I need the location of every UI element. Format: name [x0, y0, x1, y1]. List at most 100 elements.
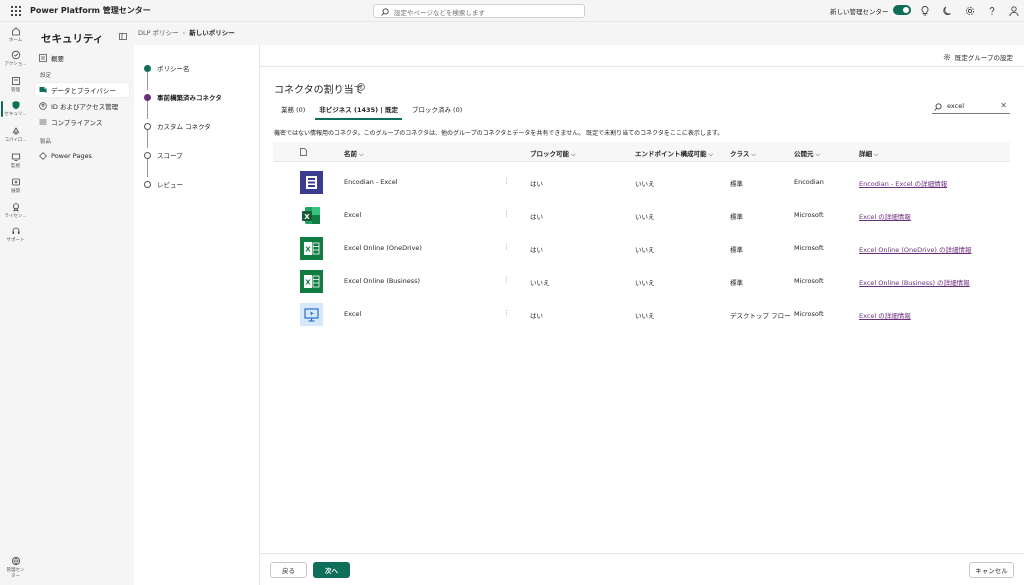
column-header-blockable[interactable]: ブロック可能 ⌵ [530, 148, 576, 159]
back-button[interactable]: 戻る [270, 562, 307, 578]
step-review[interactable]: レビュー [144, 179, 183, 189]
details-link[interactable]: Excel Online (Business) の詳細情報 [859, 277, 970, 287]
nav-item-overview[interactable]: 概要 [35, 51, 129, 65]
section-title: コネクタの割り当て [274, 85, 364, 96]
step-prebuilt-connectors[interactable]: 事前構築済みコネクタ [144, 92, 222, 102]
rail-label: 管理 [11, 88, 20, 93]
info-icon[interactable] [357, 83, 365, 91]
step-label: レビュー [157, 181, 183, 189]
details-link[interactable]: Encodian - Excel の詳細情報 [859, 178, 947, 188]
search-input[interactable]: 設定やページなどを検索します [394, 7, 485, 17]
overview-icon [39, 54, 47, 62]
data-privacy-icon [39, 87, 47, 93]
svg-text:X: X [305, 279, 311, 287]
step-current-dot [144, 93, 151, 101]
row-more-icon[interactable]: ⋮ [503, 210, 510, 218]
nav-item-power-pages[interactable]: Power Pages [35, 149, 129, 163]
rail-item-manage[interactable]: 管理 [0, 76, 31, 93]
column-header-endpoint[interactable]: エンドポイント構成可能 ⌵ [635, 148, 713, 159]
identity-icon [39, 102, 47, 110]
rail-item-support[interactable]: サポート [0, 226, 31, 243]
breadcrumb-parent[interactable]: DLP ポリシー [138, 29, 179, 37]
tab-blocked[interactable]: ブロック済み (0) [405, 104, 469, 118]
svg-text:X: X [305, 246, 311, 254]
compliance-icon [39, 119, 47, 125]
table-row[interactable]: Excel ⋮ はい いいえ デスクトップ フロー Microsoft Exce… [273, 298, 1010, 331]
nav-item-compliance[interactable]: コンプライアンス [35, 115, 129, 129]
nav-item-identity-access[interactable]: ID およびアクセス管理 [35, 99, 129, 113]
monitor-icon [11, 153, 20, 161]
tab-non-business[interactable]: 非ビジネス (1435) | 既定 [312, 104, 405, 120]
row-more-icon[interactable]: ⋮ [503, 243, 510, 251]
lightbulb-icon[interactable] [919, 5, 931, 17]
license-icon [12, 203, 19, 212]
column-header-name[interactable]: 名前 ⌵ [344, 148, 364, 159]
default-group-settings-button[interactable]: 既定グループの設定 [943, 52, 1013, 62]
table-row[interactable]: X Excel ⋮ はい いいえ 標準 Microsoft Excel の詳細情… [273, 199, 1010, 232]
file-icon [300, 148, 307, 156]
row-more-icon[interactable]: ⋮ [503, 309, 510, 317]
cell-name: Encodian - Excel [344, 178, 398, 186]
filter-input[interactable]: excel [947, 102, 964, 110]
rail-item-monitor[interactable]: 監視 [0, 152, 31, 169]
deploy-icon [11, 178, 20, 186]
table-row[interactable]: X Excel Online (OneDrive) ⋮ はい いいえ 標準 Mi… [273, 232, 1010, 265]
connector-filter[interactable]: excel ✕ [932, 100, 1010, 114]
step-connector [147, 72, 148, 90]
rail-item-actions[interactable]: アクショ... [0, 50, 31, 67]
cell-name: Excel [344, 211, 362, 219]
collapse-nav-icon[interactable] [119, 33, 127, 40]
help-icon[interactable] [986, 5, 998, 17]
admin-center-icon [11, 557, 20, 565]
cell-blockable: いいえ [530, 279, 550, 287]
step-connector [147, 130, 148, 148]
account-icon[interactable] [1008, 5, 1020, 17]
app-launcher-icon[interactable] [11, 6, 21, 16]
breadcrumb: DLP ポリシー › 新しいポリシー [138, 27, 235, 37]
step-label: スコープ [157, 152, 183, 160]
row-more-icon[interactable]: ⋮ [503, 177, 510, 185]
table-row[interactable]: Encodian - Excel ⋮ はい いいえ 標準 Encodian En… [273, 166, 1010, 199]
step-custom-connectors[interactable]: カスタム コネクタ [144, 121, 211, 131]
step-policy-name[interactable]: ポリシー名 [144, 63, 190, 73]
cell-class: 標準 [730, 213, 743, 221]
rail-item-deploy[interactable]: 展開 [0, 177, 31, 194]
new-admin-center-toggle[interactable] [893, 5, 911, 15]
column-header-details[interactable]: 詳細 ⌵ [859, 148, 879, 159]
connector-group-tabs: 業務 (0) 非ビジネス (1435) | 既定 ブロック済み (0) [274, 104, 469, 120]
search-icon [934, 103, 942, 111]
rail-item-home[interactable]: ホーム [0, 26, 31, 43]
cell-class: 標準 [730, 279, 743, 287]
rail-item-license[interactable]: ライセン... [0, 202, 31, 219]
cell-endpoint: いいえ [635, 180, 655, 188]
gear-icon[interactable] [964, 5, 976, 17]
row-more-icon[interactable]: ⋮ [503, 276, 510, 284]
step-scope[interactable]: スコープ [144, 150, 183, 160]
app-title[interactable]: Power Platform 管理センター [30, 5, 151, 16]
details-link[interactable]: Excel Online (OneDrive) の詳細情報 [859, 244, 972, 254]
column-header-class[interactable]: クラス ⌵ [730, 148, 756, 159]
nav-item-label: データとプライバシー [51, 87, 116, 95]
details-link[interactable]: Excel の詳細情報 [859, 211, 911, 221]
tab-business[interactable]: 業務 (0) [274, 104, 312, 118]
search-box[interactable]: 設定やページなどを検索します [373, 4, 585, 18]
column-header-publisher[interactable]: 公開元 ⌵ [794, 148, 820, 159]
cancel-button[interactable]: キャンセル [969, 562, 1014, 578]
table-row[interactable]: X Excel Online (Business) ⋮ いいえ いいえ 標準 M… [273, 265, 1010, 298]
rail-item-copilot[interactable]: コパイロ... [0, 126, 31, 143]
step-done-dot [144, 64, 151, 72]
breadcrumb-current: 新しいポリシー [189, 29, 235, 37]
step-dot [144, 180, 151, 188]
rail-item-security[interactable]: セキュリ... [0, 100, 31, 117]
main-panel: 既定グループの設定 コネクタの割り当て 業務 (0) 非ビジネス (1435) … [260, 45, 1024, 585]
gear-icon [943, 53, 951, 61]
rail-label: ライセン... [4, 214, 27, 219]
rail-label: 展開 [11, 189, 20, 194]
moon-icon[interactable] [942, 5, 954, 17]
clear-filter-icon[interactable]: ✕ [1000, 101, 1007, 110]
rail-item-admin-center[interactable]: 管理セン ター [0, 556, 31, 579]
nav-item-data-privacy[interactable]: データとプライバシー [35, 83, 129, 97]
search-icon [381, 8, 389, 16]
next-button[interactable]: 次へ [313, 562, 350, 578]
details-link[interactable]: Excel の詳細情報 [859, 310, 911, 320]
